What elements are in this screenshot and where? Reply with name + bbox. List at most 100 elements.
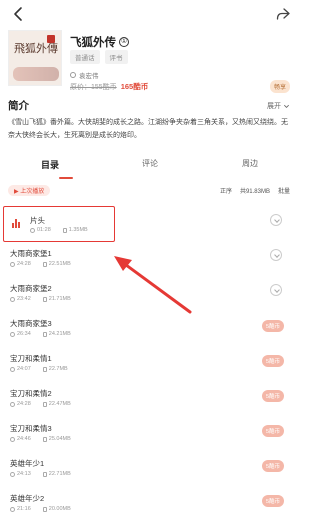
duration-text: 24:07 [17,366,31,372]
clock-icon [10,506,15,512]
duration: 24:13 [10,471,31,477]
chapter-price-badge[interactable]: 5酷币 [261,355,284,367]
chapter-list: 片头 01:28 1.35MB 大雨商家堡1 24:28 22.51MB 大雨商… [0,205,300,520]
clock-icon [10,261,15,267]
duration-text: 26:34 [17,331,31,337]
file-size: 22.51MB [42,261,71,267]
duration: 24:28 [10,261,31,267]
size-text: 22.71MB [48,471,71,477]
chapter-meta: 24:07 22.7MB [10,366,68,372]
file-icon [42,296,47,302]
list-toolbar: ▶ 上次播放 正序 共91.83MB 批量 [0,184,300,198]
file-icon [42,471,47,477]
duration-text: 24:28 [17,261,31,267]
download-icon[interactable] [270,284,282,296]
file-size: 22.71MB [42,471,71,477]
batch-button[interactable]: 批量 [278,186,290,195]
file-icon [42,331,47,337]
book-title: 飞狐外传 [70,37,116,49]
chapter-price-badge[interactable]: 5酷币 [261,320,284,332]
share-icon[interactable] [274,5,292,23]
chapter-title: 英雄年少1 [10,459,45,468]
chapter-meta: 24:28 22.51MB [10,261,71,267]
intro-text: 《雪山飞狐》番外篇。大侠胡斐的成长之路。江湖纷争夹杂着三角关系，又热闹又绕绕。无… [8,119,288,139]
file-size: 25.04MB [42,436,71,442]
clock-icon [10,296,15,302]
chapter-title: 宝刀和柔情2 [10,389,52,398]
size-text: 22.51MB [48,261,71,267]
chapter-row[interactable]: 大雨商家堡1 24:28 22.51MB [0,240,300,275]
file-icon [42,366,47,372]
back-chevron-icon[interactable] [10,5,28,23]
chapter-row[interactable]: 大雨商家堡3 26:34 24.21MB 5酷币 [0,310,300,345]
chapter-row[interactable]: 宝刀和柔情2 24:28 22.47MB 5酷币 [0,380,300,415]
chapter-title: 英雄年少2 [10,494,45,503]
duration: 26:34 [10,331,31,337]
file-icon [42,401,47,407]
top-bar [0,0,300,28]
chapter-meta: 24:28 22.47MB [10,401,71,407]
active-tab-indicator [59,177,73,179]
duration-text: 21:16 [17,506,31,512]
tab-catalog[interactable]: 目录 [0,158,100,178]
tag-genre[interactable]: 评书 [104,50,128,64]
tab-bar: 目录 评论 周边 [0,158,300,178]
chapter-row[interactable]: 宝刀和柔情1 24:07 22.7MB 5酷币 [0,345,300,380]
size-text: 24.21MB [48,331,71,337]
clock-icon [10,366,15,372]
size-text: 25.04MB [48,436,71,442]
download-icon[interactable] [270,214,282,226]
duration-text: 24:46 [17,436,31,442]
price-row: 原价：155酷币 165酷币 [70,81,148,92]
sort-info: 正序 共91.83MB 批量 [220,186,290,195]
tab-comments[interactable]: 评论 [100,158,200,178]
sort-order-button[interactable]: 正序 [220,186,232,195]
tag-language[interactable]: 普通话 [70,50,100,64]
annotation-highlight-box [3,206,115,242]
file-size: 21.71MB [42,296,71,302]
narrator-icon [70,72,76,78]
chapter-title: 大雨商家堡3 [10,319,52,328]
author-row[interactable]: 袁宏伟 [70,70,99,80]
duration-text: 24:13 [17,471,31,477]
tab-related[interactable]: 周边 [200,158,300,178]
chapter-row[interactable]: 大雨商家堡2 23:42 21.71MB [0,275,300,310]
duration-text: 24:28 [17,401,31,407]
clock-icon [10,471,15,477]
file-size: 24.21MB [42,331,71,337]
chapter-title: 宝刀和柔情1 [10,354,52,363]
size-text: 21.71MB [48,296,71,302]
cover-illustration [13,67,59,81]
chapter-price-badge[interactable]: 5酷币 [261,495,284,507]
chevron-down-icon [284,104,289,108]
chapter-title: 大雨商家堡2 [10,284,52,293]
chapter-meta: 24:13 22.71MB [10,471,71,477]
volume-badge: ① [119,37,129,47]
intro-heading: 简介 [8,100,29,112]
clock-icon [10,331,15,337]
chapter-title: 大雨商家堡1 [10,249,52,258]
download-icon[interactable] [270,249,282,261]
chapter-row[interactable]: 英雄年少2 21:16 20.00MB 5酷币 [0,485,300,520]
file-icon [42,506,47,512]
book-title-row: 飞狐外传 ① [70,34,129,50]
book-tags: 普通话 评书 [70,50,128,64]
chapter-row[interactable]: 宝刀和柔情3 24:46 25.04MB 5酷币 [0,415,300,450]
file-size: 22.47MB [42,401,71,407]
chapter-price-badge[interactable]: 5酷币 [261,460,284,472]
last-play-button[interactable]: ▶ 上次播放 [8,185,51,196]
vip-badge[interactable]: 畅享 [269,80,290,93]
size-text: 20.00MB [48,506,71,512]
chapter-title: 宝刀和柔情3 [10,424,52,433]
duration: 24:28 [10,401,31,407]
chapter-meta: 24:46 25.04MB [10,436,71,442]
clock-icon [10,436,15,442]
expand-label: 展开 [267,103,281,110]
chapter-price-badge[interactable]: 5酷币 [261,390,284,402]
cover-title-calligraphy: 飛狐外傳 [14,42,58,55]
chapter-meta: 26:34 24.21MB [10,331,71,337]
chapter-price-badge[interactable]: 5酷币 [261,425,284,437]
chapter-row[interactable]: 英雄年少1 24:13 22.71MB 5酷币 [0,450,300,485]
expand-button[interactable]: 展开 [267,101,290,111]
total-size: 共91.83MB [239,189,270,195]
